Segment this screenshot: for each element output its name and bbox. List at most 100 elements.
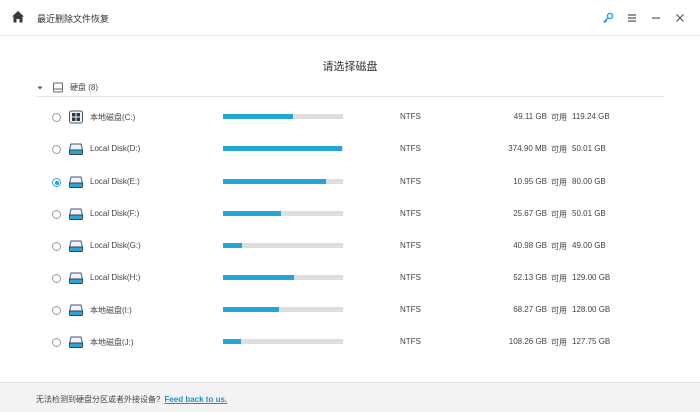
menu-icon [628, 14, 636, 22]
disk-name: Local Disk(H:) [90, 273, 141, 282]
disk-radio[interactable] [52, 145, 61, 154]
drive-icon [68, 143, 84, 155]
usage-bar-fill [223, 339, 241, 344]
disk-name: Local Disk(E:) [90, 177, 140, 186]
file-system: NTFS [400, 177, 421, 186]
available-space: 49.00 GB [572, 241, 606, 250]
footer-message: 无法检测到硬盘分区或者外接设备? Feed back to us. [36, 394, 227, 405]
disk-radio[interactable] [52, 338, 61, 347]
title-bar: 最近删除文件恢复 [0, 0, 700, 36]
available-space: 50.01 GB [572, 144, 606, 153]
usage-bar-fill [223, 243, 243, 248]
usage-bar-fill [223, 275, 294, 280]
usage-bar [223, 211, 343, 216]
minimize-button[interactable] [644, 9, 668, 27]
file-system: NTFS [400, 209, 421, 218]
group-label: 硬盘 (8) [70, 83, 98, 92]
usage-bar [223, 179, 343, 184]
disk-radio[interactable] [52, 113, 61, 122]
available-label: 可用 [551, 145, 567, 154]
used-space: 108.26 GB [508, 337, 547, 346]
usage-bar-fill [223, 179, 327, 184]
available-space: 119.24 GB [572, 112, 610, 121]
group-divider [36, 96, 664, 97]
disk-radio[interactable] [52, 274, 61, 283]
drive-icon [68, 304, 84, 316]
disk-name: 本地磁盘(I:) [90, 306, 132, 315]
disk-radio[interactable] [52, 306, 61, 315]
drive-icon [68, 336, 84, 348]
usage-bar [223, 146, 343, 151]
available-label: 可用 [551, 210, 567, 219]
hard-disk-icon [53, 82, 63, 93]
available-space: 80.00 GB [572, 177, 606, 186]
available-label: 可用 [551, 306, 567, 315]
disk-row[interactable]: Local Disk(G:) NTFS 40.98 GB 可用 49.00 GB [0, 233, 700, 261]
file-system: NTFS [400, 241, 421, 250]
available-space: 127.75 GB [572, 337, 611, 346]
app-title: 最近删除文件恢复 [37, 14, 110, 24]
disk-row[interactable]: 本地磁盘(C:) NTFS 49.11 GB 可用 119.24 GB [0, 104, 700, 132]
used-space: 40.98 GB [513, 241, 547, 250]
disk-row[interactable]: Local Disk(H:) NTFS 52.13 GB 可用 129.00 G… [0, 265, 700, 293]
disk-radio[interactable] [52, 242, 61, 251]
usage-bar [223, 275, 343, 280]
used-space: 49.11 GB [513, 112, 547, 121]
usage-bar-fill [223, 146, 342, 151]
disk-row[interactable]: Local Disk(E:) NTFS 10.95 GB 可用 80.00 GB [0, 169, 700, 197]
usage-bar-fill [223, 114, 293, 119]
disk-name: Local Disk(D:) [90, 144, 141, 153]
caret-down-icon [37, 86, 43, 89]
disk-row[interactable]: Local Disk(D:) NTFS 374.90 MB 可用 50.01 G… [0, 136, 700, 164]
footer-text: 无法检测到硬盘分区或者外接设备? [36, 395, 161, 404]
available-space: 50.01 GB [572, 209, 606, 218]
drive-icon [68, 272, 84, 284]
usage-bar [223, 307, 343, 312]
available-label: 可用 [551, 113, 567, 122]
file-system: NTFS [400, 273, 421, 282]
menu-button[interactable] [620, 9, 644, 27]
available-label: 可用 [551, 338, 567, 347]
used-space: 374.90 MB [508, 144, 547, 153]
file-system: NTFS [400, 337, 421, 346]
drive-icon [68, 176, 84, 188]
disk-name: 本地磁盘(J:) [90, 338, 134, 347]
disk-name: 本地磁盘(C:) [90, 113, 136, 122]
disk-row[interactable]: Local Disk(F:) NTFS 25.67 GB 可用 50.01 GB [0, 201, 700, 229]
disk-radio[interactable] [52, 178, 61, 187]
key-button[interactable] [596, 9, 620, 27]
available-space: 129.00 GB [572, 273, 611, 282]
drive-icon [68, 240, 84, 252]
footer: 无法检测到硬盘分区或者外接设备? Feed back to us. [0, 382, 700, 412]
disk-name: Local Disk(F:) [90, 209, 140, 218]
disk-row[interactable]: 本地磁盘(J:) NTFS 108.26 GB 可用 127.75 GB [0, 329, 700, 357]
group-header-hard-disks[interactable]: 硬盘 (8) [36, 81, 98, 94]
available-label: 可用 [551, 242, 567, 251]
home-icon[interactable] [11, 10, 25, 24]
minimize-icon [652, 17, 660, 19]
disk-row[interactable]: 本地磁盘(I:) NTFS 68.27 GB 可用 128.00 GB [0, 297, 700, 325]
close-icon [676, 14, 684, 22]
drive-icon [68, 208, 84, 220]
available-label: 可用 [551, 178, 567, 187]
file-system: NTFS [400, 305, 421, 314]
file-system: NTFS [400, 112, 421, 121]
feedback-link[interactable]: Feed back to us. [164, 395, 227, 404]
usage-bar [223, 114, 343, 119]
used-space: 52.13 GB [513, 273, 547, 282]
usage-bar-fill [223, 211, 281, 216]
available-space: 128.00 GB [572, 305, 611, 314]
windows-drive-icon [69, 110, 83, 124]
file-system: NTFS [400, 144, 421, 153]
key-icon [603, 12, 614, 23]
usage-bar-fill [223, 307, 280, 312]
page-heading: 请选择磁盘 [322, 61, 378, 73]
disk-name: Local Disk(G:) [90, 241, 141, 250]
used-space: 68.27 GB [513, 305, 547, 314]
usage-bar [223, 243, 343, 248]
window-controls [596, 9, 692, 27]
close-button[interactable] [668, 9, 692, 27]
usage-bar [223, 339, 343, 344]
disk-radio[interactable] [52, 210, 61, 219]
available-label: 可用 [551, 274, 567, 283]
